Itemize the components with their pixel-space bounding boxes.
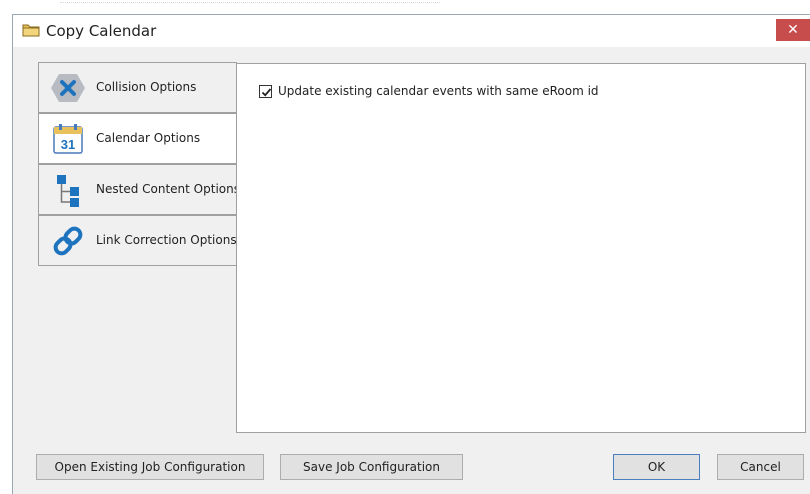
cancel-button[interactable]: Cancel	[717, 454, 804, 480]
ok-button[interactable]: OK	[613, 454, 700, 480]
title-bar[interactable]: Copy Calendar ✕	[13, 15, 810, 47]
checkbox-label: Update existing calendar events with sam…	[278, 84, 599, 98]
update-existing-events-checkbox[interactable]	[259, 85, 272, 98]
calendar-day-number: 31	[61, 137, 75, 152]
tab-calendar-options[interactable]: 31 Calendar Options	[38, 113, 239, 164]
tree-hierarchy-icon	[51, 173, 85, 207]
tab-label: Collision Options	[96, 80, 197, 94]
checkmark-icon	[261, 88, 272, 97]
tab-nested-content-options[interactable]: Nested Content Options	[38, 164, 240, 215]
copy-calendar-dialog: Copy Calendar ✕ Collision Options 31 Cal…	[12, 14, 810, 494]
collision-x-icon	[51, 71, 85, 105]
chain-link-icon	[51, 224, 85, 258]
open-existing-job-configuration-button[interactable]: Open Existing Job Configuration	[36, 454, 264, 480]
background-text-remnant	[60, 2, 440, 7]
tab-link-correction-options[interactable]: Link Correction Options	[38, 215, 237, 266]
calendar-options-panel: Update existing calendar events with sam…	[236, 63, 806, 433]
folder-icon	[22, 23, 40, 37]
tab-label: Link Correction Options	[96, 233, 237, 247]
window-title: Copy Calendar	[46, 22, 157, 40]
save-job-configuration-button[interactable]: Save Job Configuration	[280, 454, 463, 480]
tab-label: Nested Content Options	[96, 182, 240, 196]
tab-collision-options[interactable]: Collision Options	[38, 62, 237, 113]
background-window-strip	[0, 0, 810, 14]
tab-label: Calendar Options	[96, 131, 201, 145]
calendar-icon: 31	[51, 122, 85, 156]
close-button[interactable]: ✕	[776, 19, 810, 41]
